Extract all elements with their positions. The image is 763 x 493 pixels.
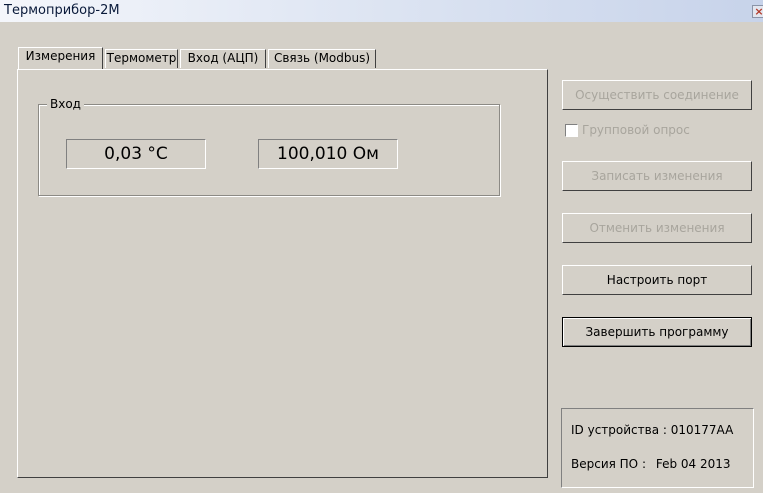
- group-poll-label: Групповой опрос: [582, 123, 690, 137]
- tab-label: Термометр: [106, 51, 177, 65]
- tab-input-adc[interactable]: Вход (АЦП): [180, 49, 266, 68]
- tab-measurements[interactable]: Измерения: [18, 47, 103, 69]
- tab-thermometer[interactable]: Термометр: [105, 49, 178, 68]
- firmware-version-label: Версия ПО :: [571, 457, 646, 471]
- window-title: Термоприбор-2М: [4, 3, 120, 18]
- temperature-readout: 0,03 °С: [66, 139, 206, 169]
- setup-port-button[interactable]: Настроить порт: [562, 265, 752, 295]
- tab-modbus[interactable]: Связь (Modbus): [268, 49, 376, 68]
- cancel-changes-button[interactable]: Отменить изменения: [562, 213, 752, 243]
- device-info-panel: ID устройства : 010177AA Версия ПО : Feb…: [561, 408, 754, 488]
- resistance-readout: 100,010 Ом: [258, 139, 398, 169]
- tab-label: Измерения: [25, 49, 96, 63]
- title-bar[interactable]: Термоприбор-2М ×: [0, 0, 763, 22]
- firmware-version-line: Версия ПО : Feb 04 2013: [571, 457, 731, 471]
- tab-label: Связь (Modbus): [273, 51, 371, 65]
- input-group-label: Вход: [47, 97, 84, 111]
- connect-button[interactable]: Осуществить соединение: [562, 80, 752, 110]
- close-icon[interactable]: ×: [752, 5, 763, 18]
- tab-label: Вход (АЦП): [187, 51, 259, 65]
- exit-button[interactable]: Завершить программу: [562, 317, 752, 347]
- device-id-line: ID устройства : 010177AA: [571, 423, 733, 437]
- app-window: Термоприбор-2М × Измерения Термометр Вхо…: [0, 0, 763, 493]
- device-id-value: 010177AA: [670, 423, 734, 437]
- firmware-version-value: Feb 04 2013: [655, 457, 731, 471]
- checkbox-box[interactable]: [565, 124, 578, 137]
- write-changes-button[interactable]: Записать изменения: [562, 161, 752, 191]
- device-id-label: ID устройства :: [571, 423, 667, 437]
